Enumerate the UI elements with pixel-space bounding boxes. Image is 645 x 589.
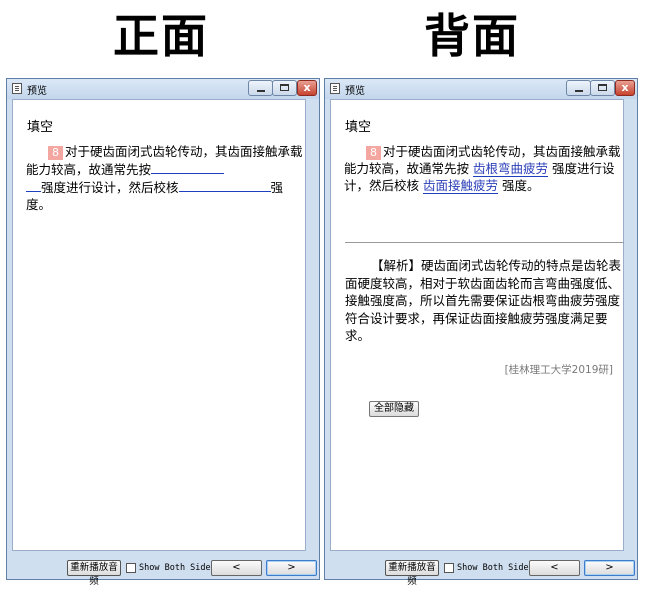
scrollbar[interactable] xyxy=(624,99,633,551)
question-number-badge: 8 xyxy=(48,146,63,160)
app-icon xyxy=(12,83,22,94)
close-icon: x xyxy=(303,81,311,94)
replay-audio-button[interactable]: 重新播放音频 xyxy=(385,560,439,587)
replay-audio-button[interactable]: 重新播放音频 xyxy=(67,560,121,587)
maximize-icon xyxy=(598,84,607,91)
close-icon: x xyxy=(621,81,629,94)
hide-all-button[interactable]: 全部隐藏 xyxy=(369,401,419,417)
title-bar[interactable]: 预览 x xyxy=(325,79,637,99)
window-title: 预览 xyxy=(345,86,365,97)
question-text: 8 对于硬齿面闭式齿轮传动，其齿面接触承载能力较高，故通常先按 强度进行设计，然后校… xyxy=(26,143,303,213)
back-label: 背面 xyxy=(424,9,520,63)
maximize-icon xyxy=(280,84,289,91)
prev-button[interactable]: < xyxy=(211,560,262,576)
front-label: 正面 xyxy=(113,9,209,63)
next-button[interactable]: > xyxy=(584,560,635,576)
bottom-toolbar: 重新播放音频 Show Both Sides < > xyxy=(325,557,637,587)
back-preview-window: 预览 x 填空 8 对于硬齿面闭式齿轮传动，其齿面接触承载能力较高，故通常先按 齿… xyxy=(324,78,638,587)
question-heading: 填空 xyxy=(27,120,54,135)
answer-2: 齿面接触疲劳 xyxy=(423,178,499,194)
analysis-text: 【解析】硬齿面闭式齿轮传动的特点是齿轮表面硬度较高，相对于软齿面齿轮而言弯曲强度… xyxy=(345,258,622,343)
show-both-sides-checkbox[interactable] xyxy=(126,563,136,573)
chevron-right-icon: > xyxy=(287,562,296,573)
scrollbar[interactable] xyxy=(306,99,315,551)
bottom-toolbar: 重新播放音频 Show Both Sides < > xyxy=(7,557,319,587)
show-both-sides-checkbox[interactable] xyxy=(444,563,454,573)
divider xyxy=(345,242,624,243)
close-button[interactable]: x xyxy=(615,80,635,96)
chevron-left-icon: < xyxy=(232,562,241,573)
maximize-button[interactable] xyxy=(272,80,297,96)
question-text-part3: 强度。 xyxy=(502,178,540,193)
answer-blank-1-tail xyxy=(26,178,41,192)
next-button[interactable]: > xyxy=(266,560,317,576)
maximize-button[interactable] xyxy=(590,80,615,96)
close-button[interactable]: x xyxy=(297,80,317,96)
question-heading: 填空 xyxy=(345,120,372,135)
app-icon xyxy=(330,83,340,94)
show-both-sides-label: Show Both Sides xyxy=(139,563,216,573)
card-content: 填空 8 对于硬齿面闭式齿轮传动，其齿面接触承载能力较高，故通常先按 强度进行设计，… xyxy=(12,99,306,551)
prev-button[interactable]: < xyxy=(529,560,580,576)
answer-blank-1 xyxy=(151,160,225,174)
minimize-button[interactable] xyxy=(566,80,591,96)
minimize-button[interactable] xyxy=(248,80,273,96)
question-text: 8 对于硬齿面闭式齿轮传动，其齿面接触承载能力较高，故通常先按 齿根弯曲疲劳 强度… xyxy=(344,143,621,194)
question-number-badge: 8 xyxy=(366,146,381,160)
title-bar[interactable]: 预览 x xyxy=(7,79,319,99)
question-text-part2: 强度进行设计，然后校核 xyxy=(41,180,179,195)
answer-blank-2 xyxy=(178,178,271,192)
front-preview-window: 预览 x 填空 8 对于硬齿面闭式齿轮传动，其齿面接触承载能力较高，故通常先按 强度… xyxy=(6,78,320,587)
answer-1: 齿根弯曲疲劳 xyxy=(473,161,549,177)
chevron-left-icon: < xyxy=(550,562,559,573)
chevron-right-icon: > xyxy=(605,562,614,573)
source-label: [桂林理工大学2019研] xyxy=(504,364,613,376)
show-both-sides-label: Show Both Sides xyxy=(457,563,534,573)
minimize-icon xyxy=(257,90,265,92)
card-content: 填空 8 对于硬齿面闭式齿轮传动，其齿面接触承载能力较高，故通常先按 齿根弯曲疲劳… xyxy=(330,99,624,551)
window-title: 预览 xyxy=(27,86,47,97)
minimize-icon xyxy=(575,90,583,92)
